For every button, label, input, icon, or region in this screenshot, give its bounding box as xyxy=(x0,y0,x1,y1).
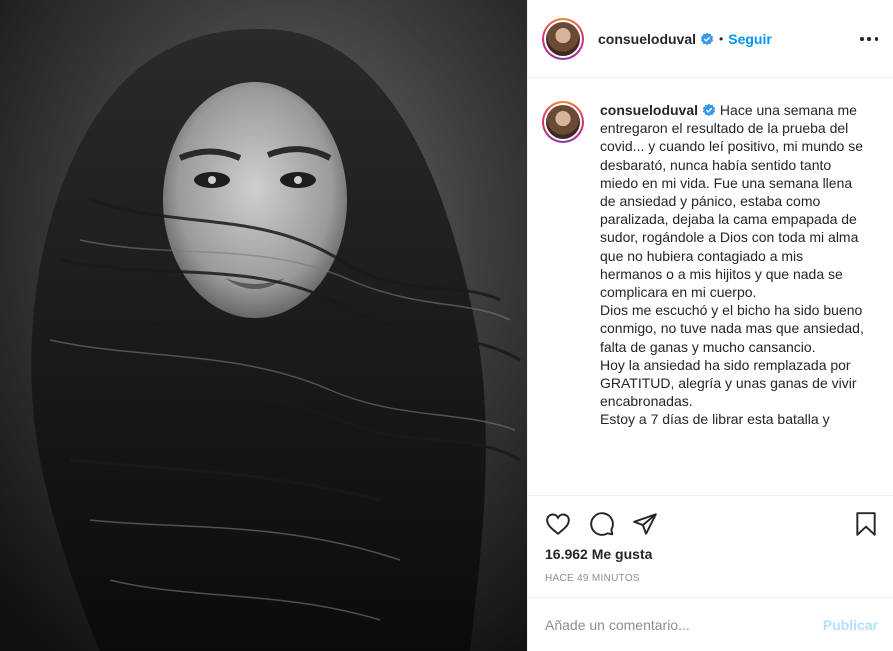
caption-username-link[interactable]: consueloduval xyxy=(600,102,698,118)
post-header: consueloduval • Seguir xyxy=(528,0,893,78)
comment-form: Publicar xyxy=(528,597,893,651)
post-timestamp[interactable]: HACE 49 MINUTOS xyxy=(545,573,640,584)
more-options-icon[interactable] xyxy=(860,30,878,48)
comment-bubble-icon[interactable] xyxy=(589,511,615,537)
separator-dot: • xyxy=(719,31,724,46)
follow-button[interactable]: Seguir xyxy=(728,31,772,47)
action-bar xyxy=(528,495,893,550)
avatar[interactable] xyxy=(542,17,584,60)
comment-input[interactable] xyxy=(545,616,823,633)
bookmark-icon[interactable] xyxy=(853,511,879,537)
post-photo[interactable] xyxy=(0,0,527,651)
avatar-image xyxy=(546,105,580,139)
publish-button[interactable]: Publicar xyxy=(823,617,878,633)
username-link[interactable]: consueloduval xyxy=(598,31,696,47)
verified-badge-icon xyxy=(700,32,714,46)
heart-icon[interactable] xyxy=(545,511,571,537)
post-details-panel: consueloduval • Seguir consueloduval Hac… xyxy=(527,0,893,651)
caption-text: consueloduval Hace una semana me entrega… xyxy=(600,101,865,495)
likes-count[interactable]: 16.962 Me gusta xyxy=(545,546,652,562)
caption-avatar[interactable] xyxy=(542,101,584,143)
caption-section: consueloduval Hace una semana me entrega… xyxy=(528,79,893,495)
portrait-image xyxy=(0,0,527,651)
verified-badge-icon xyxy=(702,103,716,117)
avatar-image xyxy=(546,21,580,56)
caption-body: Hace una semana me entregaron el resulta… xyxy=(600,102,864,428)
paper-plane-icon[interactable] xyxy=(632,511,658,537)
